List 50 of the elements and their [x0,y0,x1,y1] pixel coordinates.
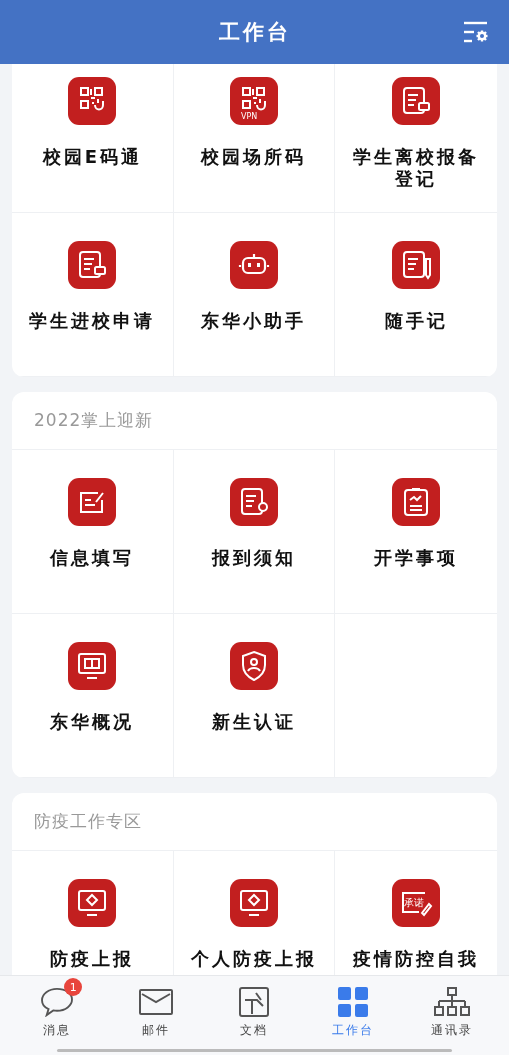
tile-label: 新生认证 [212,711,296,733]
tile-label: 东华小助手 [201,310,307,332]
tile-label: 学生进校申请 [29,310,156,332]
qr-code-icon: VPN [230,77,278,125]
tab-item[interactable]: 通讯录 [411,978,492,1055]
settings-icon[interactable] [463,20,489,44]
app-tile[interactable]: VPN 校园场所码 [173,64,336,213]
tile-label: 个人防疫上报 [191,948,317,970]
tile-label: 学生离校报备登记 [352,146,481,190]
tab-item[interactable]: 邮件 [115,978,196,1055]
tile-label: 防疫上报 [50,948,135,970]
robot-icon [230,241,278,289]
monitor-book-icon [68,642,117,690]
app-tile[interactable]: 校园E码通 [12,64,174,213]
shield-person-icon [230,642,278,690]
app-tile[interactable]: 开学事项 [335,450,497,614]
app-tile[interactable]: 学生离校报备登记 [335,64,497,213]
tab-item[interactable]: 文档 [214,978,295,1055]
app-tile[interactable]: 信息填写 [12,450,174,614]
tile-label: 报到须知 [212,547,296,569]
tile-label: 校园场所码 [201,146,307,168]
edit-icon [68,478,117,526]
app-tile[interactable]: 新生认证 [173,614,336,778]
app-tile[interactable]: 报到须知 [173,450,336,614]
tile-label: 随手记 [384,310,448,332]
signature-icon: 承诺 [392,879,441,927]
tile-label: 疫情防控自我 [353,948,480,970]
document-icon [239,987,270,1017]
tab-item[interactable]: 1 消息 [17,978,98,1055]
qr-code-icon [68,77,117,125]
section-title: 防疫工作专区 [34,810,142,833]
section-title: 2022掌上迎新 [34,409,154,432]
page-title: 工作台 [218,19,291,46]
document-chat-icon [68,241,117,289]
tab-item[interactable]: 工作台 [313,978,394,1055]
tile-label: 信息填写 [50,547,135,569]
app-tile[interactable]: 东华小助手 [173,213,336,377]
app-tile[interactable]: 随手记 [335,213,497,377]
mail-icon [138,989,173,1015]
document-pen-icon [392,241,441,289]
grid-icon [338,987,369,1017]
document-chat-icon [392,77,441,125]
clipboard-chart-icon [392,478,441,526]
org-chart-icon [433,987,470,1017]
tile-label: 校园E码通 [42,146,142,168]
unread-badge: 1 [64,978,83,996]
tile-label: 开学事项 [374,547,459,569]
app-tile[interactable]: 东华概况 [12,614,174,778]
tile-label: 东华概况 [50,711,135,733]
app-tile[interactable]: 学生进校申请 [12,213,174,377]
